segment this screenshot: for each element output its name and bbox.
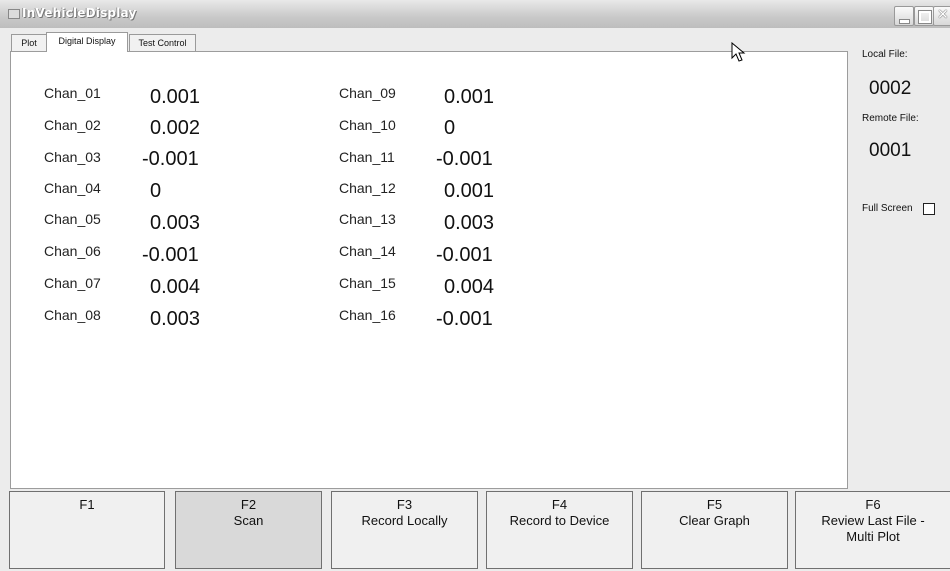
app-window: InVehicleDisplay Plot Digital Display Te…: [0, 0, 950, 571]
channel-value: 0: [444, 117, 456, 139]
f2-label: Scan: [233, 513, 264, 528]
f6-key: F6: [865, 497, 881, 512]
channel-label: Chan_15: [339, 275, 396, 291]
channel-label: Chan_13: [339, 211, 396, 227]
channel-value: 0.004: [444, 276, 495, 298]
full-screen-checkbox[interactable]: [923, 203, 935, 215]
f3-key: F3: [396, 497, 413, 512]
f1-key: F1: [79, 497, 95, 512]
clear-graph-button[interactable]: F5 Clear Graph: [641, 491, 788, 569]
channel-value: 0.001: [444, 180, 495, 202]
tab-plot[interactable]: Plot: [11, 34, 47, 52]
channel-label: Chan_08: [44, 307, 101, 323]
channel-label: Chan_14: [339, 243, 396, 259]
f5-label: Clear Graph: [679, 513, 750, 528]
local-file-value: 0002: [869, 78, 912, 99]
title-bar[interactable]: InVehicleDisplay: [0, 0, 950, 28]
channel-label: Chan_03: [44, 149, 101, 165]
channel-label: Chan_06: [44, 243, 101, 259]
maximize-button[interactable]: [914, 6, 934, 26]
f4-key: F4: [551, 497, 568, 512]
channel-value: 0.003: [150, 212, 201, 234]
f5-key: F5: [706, 497, 723, 512]
channel-value: -0.001: [142, 244, 199, 266]
channel-value: 0.002: [150, 117, 201, 139]
record-locally-button[interactable]: F3 Record Locally: [331, 491, 478, 569]
function-key-bar: F1 F2 Scan F3 Record Locally F4 Record t…: [0, 490, 950, 571]
channel-value: 0.003: [150, 308, 201, 330]
app-icon: [8, 9, 20, 19]
channel-label: Chan_04: [44, 180, 101, 196]
record-to-device-button[interactable]: F4 Record to Device: [486, 491, 633, 569]
tab-test-control[interactable]: Test Control: [129, 34, 196, 52]
digital-display-panel: [10, 51, 848, 489]
channel-label: Chan_16: [339, 307, 396, 323]
channel-label: Chan_09: [339, 85, 396, 101]
f6-label-line2: Multi Plot: [846, 529, 900, 544]
remote-file-label: Remote File:: [862, 113, 919, 124]
f1-button[interactable]: F1: [9, 491, 165, 569]
channel-value: 0.003: [444, 212, 495, 234]
channel-label: Chan_10: [339, 117, 396, 133]
channel-label: Chan_12: [339, 180, 396, 196]
channel-value: -0.001: [436, 244, 493, 266]
f6-label: Review Last File -: [821, 513, 925, 528]
channel-label: Chan_11: [339, 149, 395, 165]
channel-value: -0.001: [436, 148, 493, 170]
close-button[interactable]: [933, 6, 950, 26]
remote-file-value: 0001: [869, 140, 912, 161]
tab-digital-display[interactable]: Digital Display: [46, 32, 128, 52]
channel-label: Chan_05: [44, 211, 101, 227]
f3-label: Record Locally: [361, 513, 448, 528]
channel-value: -0.001: [436, 308, 493, 330]
window-title: InVehicleDisplay: [22, 6, 137, 20]
scan-button[interactable]: F2 Scan: [175, 491, 322, 569]
f4-label: Record to Device: [509, 513, 610, 528]
channel-value: 0.001: [444, 86, 495, 108]
channel-value: -0.001: [142, 148, 199, 170]
channel-label: Chan_07: [44, 275, 101, 291]
channel-value: 0.004: [150, 276, 201, 298]
review-last-file-button[interactable]: F6 Review Last File - Multi Plot: [795, 491, 950, 569]
f2-key: F2: [240, 497, 257, 512]
channel-label: Chan_01: [44, 85, 101, 101]
channel-label: Chan_02: [44, 117, 101, 133]
minimize-button[interactable]: [894, 6, 914, 26]
mouse-pointer-icon: [731, 42, 746, 62]
channel-value: 0.001: [150, 86, 201, 108]
local-file-label: Local File:: [862, 49, 908, 60]
full-screen-label: Full Screen: [862, 203, 913, 214]
channel-value: 0: [150, 180, 162, 202]
